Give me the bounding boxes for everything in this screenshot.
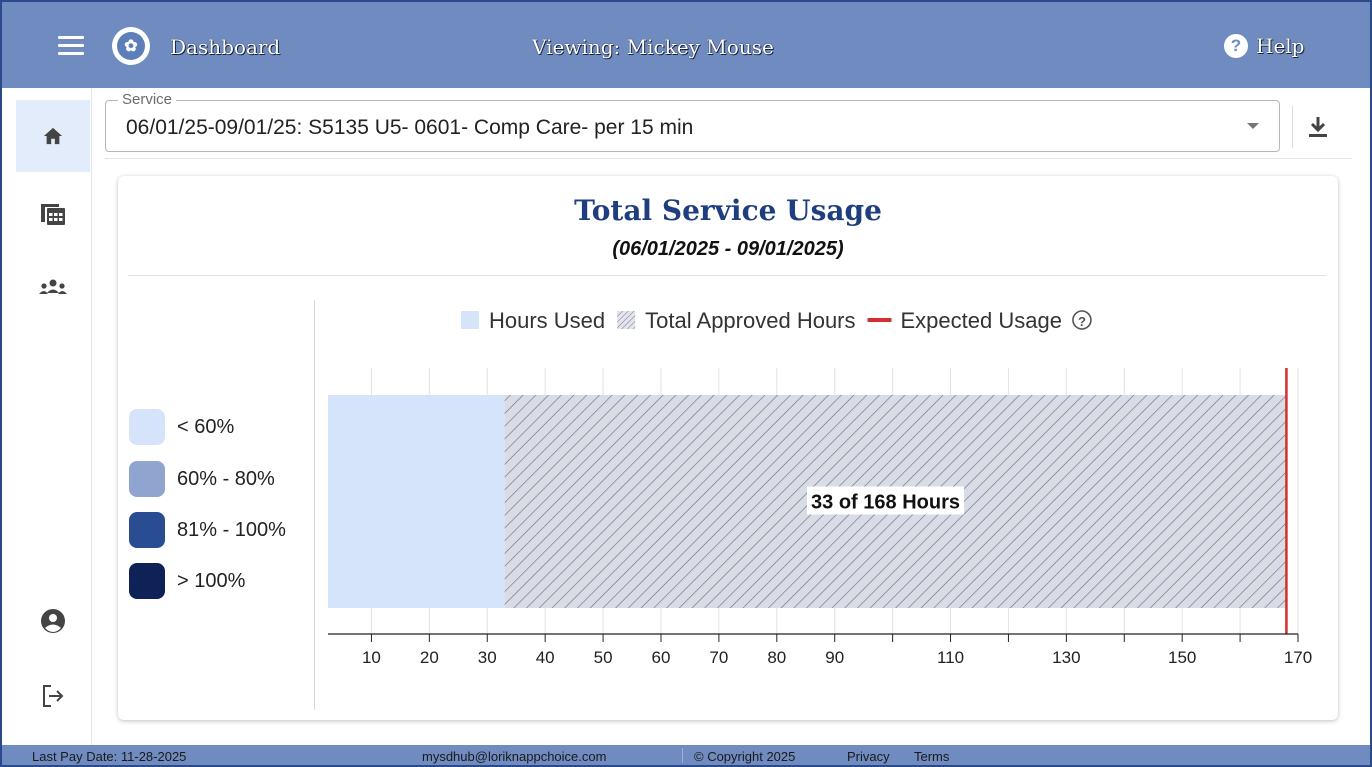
copyright: © Copyright 2025 [694,749,796,764]
legend-label: Hours Used [489,308,605,333]
x-tick-label: 60 [652,648,671,667]
bar-hours-used [328,395,505,608]
terms-link[interactable]: Terms [914,749,949,764]
calendar-icon [41,204,65,225]
x-tick-label: 170 [1284,648,1312,667]
nav-account[interactable] [16,585,90,657]
x-tick-label: 80 [767,648,786,667]
x-tick-label: 150 [1168,648,1196,667]
last-pay-date: Last Pay Date: 11-28-2025 [32,749,187,764]
x-tick-label: 50 [594,648,613,667]
footer-separator [682,748,683,763]
chart-bars: 33 of 168 Hours [328,368,1288,634]
home-icon [43,127,63,145]
menu-icon[interactable] [58,36,84,56]
service-select-value: 06/01/25-09/01/25: S5135 U5- 0601- Comp … [126,116,694,139]
logo-icon: ✿ [117,32,145,60]
divider [105,158,1352,159]
legend-swatch-approved-hours [617,311,636,329]
logout-icon [43,685,64,707]
download-button[interactable] [1292,106,1342,148]
service-usage-card: Total Service Usage (06/01/2025 - 09/01/… [118,176,1338,720]
privacy-link[interactable]: Privacy [847,749,890,764]
bar-label: 33 of 168 Hours [811,492,960,514]
service-select[interactable]: 06/01/25-09/01/25: S5135 U5- 0601- Comp … [105,100,1280,152]
help-label: Help [1256,34,1305,58]
x-tick-label: 130 [1052,648,1080,667]
download-icon [1308,117,1327,137]
app-title: Dashboard [170,35,281,59]
usage-chart: Hours Used Total Approved Hours Expected U… [328,308,1312,667]
help-outline-icon-glyph: ? [1078,314,1086,329]
x-tick-label: 10 [362,648,381,667]
help-button[interactable]: ? Help [1224,34,1304,58]
help-icon: ? [1224,34,1248,58]
group-icon [39,279,67,294]
x-tick-label: 20 [420,648,439,667]
side-nav [2,88,92,745]
footer-email-link[interactable]: mysdhub@loriknappchoice.com [422,749,606,764]
legend-label: Total Approved Hours [645,308,855,333]
service-select-label: Service [118,91,177,108]
x-tick-label: 70 [709,648,728,667]
legend-swatch-expected-usage [867,318,892,322]
chart-legend: Hours Used Total Approved Hours Expected U… [461,308,1092,333]
x-tick-label: 40 [536,648,555,667]
nav-home[interactable] [16,100,90,172]
app-frame: ✿ Dashboard Viewing: Mickey Mouse ? Help [0,0,1372,767]
app-logo[interactable]: ✿ [112,27,150,65]
legend-swatch-hours-used [461,311,479,329]
x-tick-label: 90 [825,648,844,667]
nav-people[interactable] [16,252,90,324]
x-tick-label: 30 [478,648,497,667]
top-app-bar: ✿ Dashboard Viewing: Mickey Mouse ? Help [2,2,1370,88]
x-tick-label: 110 [937,648,964,667]
nav-logout[interactable] [16,660,90,732]
x-axis: 10 20 30 40 50 60 70 80 90 110 130 150 170 [328,633,1312,667]
legend-label: Expected Usage [901,308,1062,333]
viewing-participant: Viewing: Mickey Mouse [532,35,774,59]
footer: Last Pay Date: 11-28-2025 mysdhub@lorikn… [2,745,1370,765]
account-circle-icon [41,609,65,633]
dropdown-caret-icon [1247,123,1259,129]
nav-calendar[interactable] [16,178,90,250]
